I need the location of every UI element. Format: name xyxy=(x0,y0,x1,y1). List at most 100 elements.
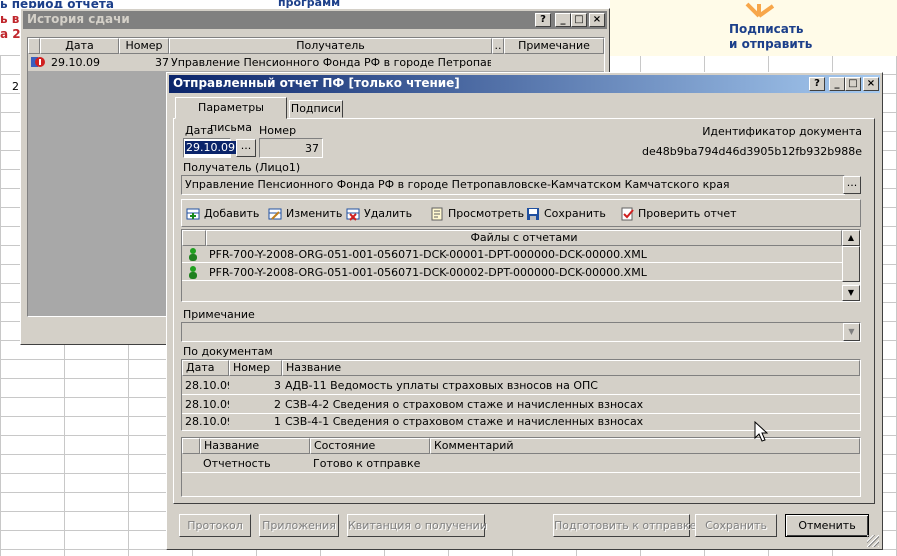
doc-id-value: de48b9ba794d46d3905b12fb932b988e xyxy=(642,145,862,158)
promo-title[interactable]: Подписать xyxy=(729,22,803,36)
view-button[interactable]: Просмотреть xyxy=(430,205,524,223)
history-row-recipient: Управление Пенсионного Фонда РФ в городе… xyxy=(171,56,491,69)
docs-col-date[interactable]: Дата xyxy=(182,360,229,376)
files-toolbar: Добавить Изменить Удалить Просмотреть Со… xyxy=(181,199,861,227)
history-col-corner xyxy=(28,38,40,54)
doc-name: СЗВ-4-2 Сведения о страховом стаже и нач… xyxy=(285,398,644,411)
protocol-button[interactable]: Протокол xyxy=(179,514,251,537)
status-grid: Название Состояние Комментарий Отчетност… xyxy=(181,437,861,497)
chevron-down-icon[interactable]: ▼ xyxy=(843,323,860,341)
maximize-icon[interactable]: □ xyxy=(571,13,587,27)
save-button[interactable]: Сохранить xyxy=(526,205,606,223)
delete-button[interactable]: Удалить xyxy=(346,205,412,223)
recipient-picker-button[interactable]: ... xyxy=(843,176,861,194)
doc-date: 28.10.09 xyxy=(185,415,229,428)
tab-params[interactable]: Параметры письма xyxy=(175,97,287,134)
bg-text-2: ь в xyxy=(0,12,20,26)
status-col-name[interactable]: Название xyxy=(200,438,310,454)
scroll-up-icon[interactable]: ▲ xyxy=(842,230,860,246)
date-field[interactable]: 29.10.09 xyxy=(183,138,236,158)
add-button[interactable]: Добавить xyxy=(186,205,259,223)
recipient-field[interactable]: Управление Пенсионного Фонда РФ в городе… xyxy=(181,175,845,195)
status-col-comment[interactable]: Комментарий xyxy=(430,438,860,454)
history-col-number[interactable]: Номер xyxy=(119,38,169,54)
table-row[interactable]: Отчетность Готово к отправке xyxy=(182,455,860,473)
check-label: Проверить отчет xyxy=(638,207,737,220)
prepare-button[interactable]: Подготовить к отправке xyxy=(553,514,696,537)
status-icon xyxy=(31,56,45,68)
dialog-save-button[interactable]: Сохранить xyxy=(695,514,777,537)
close-icon[interactable]: × xyxy=(863,77,879,91)
scroll-down-icon[interactable]: ▼ xyxy=(842,285,860,301)
close-icon[interactable]: × xyxy=(589,13,605,27)
docs-label: По документам xyxy=(183,345,273,358)
status-col-state[interactable]: Состояние xyxy=(310,438,430,454)
files-col-name[interactable]: Файлы с отчетами xyxy=(206,230,842,246)
doc-number: 2 xyxy=(274,398,281,411)
bg-cell: 2 xyxy=(12,80,19,93)
attachments-button[interactable]: Приложения xyxy=(259,514,339,537)
files-grid: Файлы с отчетами PFR-700-Y-2008-ORG-051-… xyxy=(181,229,861,302)
promo-title-2[interactable]: и отправить xyxy=(729,37,812,51)
history-titlebar: История сдачи ? _ □ × xyxy=(23,11,607,29)
add-label: Добавить xyxy=(204,207,260,220)
number-field[interactable]: 37 xyxy=(259,138,323,158)
file-name: PFR-700-Y-2008-ORG-051-001-056071-DCK-00… xyxy=(209,266,647,279)
status-col-corner xyxy=(182,438,200,454)
doc-id-label: Идентификатор документа xyxy=(702,125,862,138)
tab-signatures[interactable]: Подписи xyxy=(289,100,343,118)
docs-col-number[interactable]: Номер xyxy=(229,360,282,376)
status-name: Отчетность xyxy=(203,457,271,470)
check-icon xyxy=(620,207,634,221)
history-col-date[interactable]: Дата xyxy=(40,38,119,54)
help-icon[interactable]: ? xyxy=(809,77,825,91)
files-col-corner xyxy=(182,230,206,246)
file-name: PFR-700-Y-2008-ORG-051-001-056071-DCK-00… xyxy=(209,248,647,261)
scroll-thumb[interactable] xyxy=(842,246,860,282)
edit-icon xyxy=(268,207,282,221)
check-report-button[interactable]: Проверить отчет xyxy=(620,205,737,223)
delete-label: Удалить xyxy=(364,207,413,220)
history-col-note[interactable]: Примечание xyxy=(504,38,604,54)
save-label: Сохранить xyxy=(544,207,606,220)
doc-name: АДВ-11 Ведомость уплаты страховых взносо… xyxy=(285,379,598,392)
doc-number: 1 xyxy=(274,415,281,428)
edit-label: Изменить xyxy=(286,207,343,220)
recipient-value: Управление Пенсионного Фонда РФ в городе… xyxy=(185,178,730,191)
add-icon xyxy=(186,207,200,221)
history-col-more[interactable]: .. xyxy=(492,38,504,54)
edit-button[interactable]: Изменить xyxy=(268,205,342,223)
note-label: Примечание xyxy=(183,308,255,321)
files-scrollbar[interactable]: ▲ ▼ xyxy=(842,230,860,301)
maximize-icon[interactable]: □ xyxy=(845,77,861,91)
minimize-icon[interactable]: _ xyxy=(829,77,845,91)
doc-number: 3 xyxy=(274,379,281,392)
table-row[interactable]: 28.10.09 3 АДВ-11 Ведомость уплаты страх… xyxy=(182,377,860,395)
mouse-cursor-icon xyxy=(754,420,769,443)
note-field[interactable]: ▼ xyxy=(181,322,861,342)
table-row[interactable]: PFR-700-Y-2008-ORG-051-001-056071-DCK-00… xyxy=(182,246,842,263)
history-col-recipient[interactable]: Получатель xyxy=(169,38,492,54)
table-row[interactable]: PFR-700-Y-2008-ORG-051-001-056071-DCK-00… xyxy=(182,264,842,281)
table-row[interactable]: 29.10.09 37 Управление Пенсионного Фонда… xyxy=(28,54,604,71)
number-label: Номер xyxy=(259,124,297,137)
promo-arrow-icon xyxy=(745,2,775,20)
help-icon[interactable]: ? xyxy=(535,13,551,27)
resize-grip-icon[interactable] xyxy=(867,535,879,547)
receipt-button[interactable]: Квитанция о получении xyxy=(347,514,487,537)
date-picker-button[interactable]: ... xyxy=(236,139,256,157)
table-row[interactable]: 28.10.09 2 СЗВ-4-2 Сведения о страховом … xyxy=(182,396,860,414)
status-state: Готово к отправке xyxy=(313,457,421,470)
view-label: Просмотреть xyxy=(448,207,525,220)
doc-date: 28.10.09 xyxy=(185,398,229,411)
history-row-date: 29.10.09 xyxy=(51,56,100,69)
delete-icon xyxy=(346,207,360,221)
number-value: 37 xyxy=(305,142,319,155)
file-status-icon xyxy=(187,248,199,261)
docs-col-name[interactable]: Название xyxy=(282,360,860,376)
recipient-label: Получатель (Лицо1) xyxy=(183,161,301,174)
cancel-button[interactable]: Отменить xyxy=(785,514,869,537)
doc-name: СЗВ-4-1 Сведения о страховом стаже и нач… xyxy=(285,415,644,428)
minimize-icon[interactable]: _ xyxy=(555,13,571,27)
report-dialog: Отправленный отчет ПФ [только чтение] ? … xyxy=(166,72,883,550)
